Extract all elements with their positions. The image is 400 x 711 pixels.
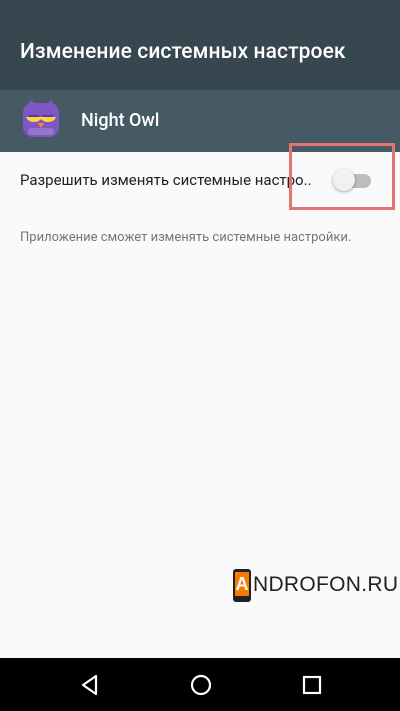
setting-summary: Приложение сможет изменять системные нас… <box>20 230 352 245</box>
screen: Изменение системных настроек Night Owl Р… <box>0 0 400 711</box>
watermark-logo: A NDROFON.RU <box>233 568 398 602</box>
page-title: Изменение системных настроек <box>20 40 346 64</box>
phone-icon: A <box>233 568 251 602</box>
navigation-bar <box>0 658 400 711</box>
back-triangle-icon[interactable] <box>75 670 105 700</box>
home-circle-icon[interactable] <box>186 670 216 700</box>
app-name: Night Owl <box>81 110 160 131</box>
watermark-text: NDROFON.RU <box>253 573 399 596</box>
setting-label: Разрешить изменять системные настро.. <box>20 171 312 189</box>
recents-square-icon[interactable] <box>297 670 327 700</box>
watermark-letter: A <box>235 573 249 594</box>
highlight-box <box>289 143 395 210</box>
night-owl-app-icon <box>23 100 59 137</box>
app-bar: Изменение системных настроек <box>0 0 400 90</box>
